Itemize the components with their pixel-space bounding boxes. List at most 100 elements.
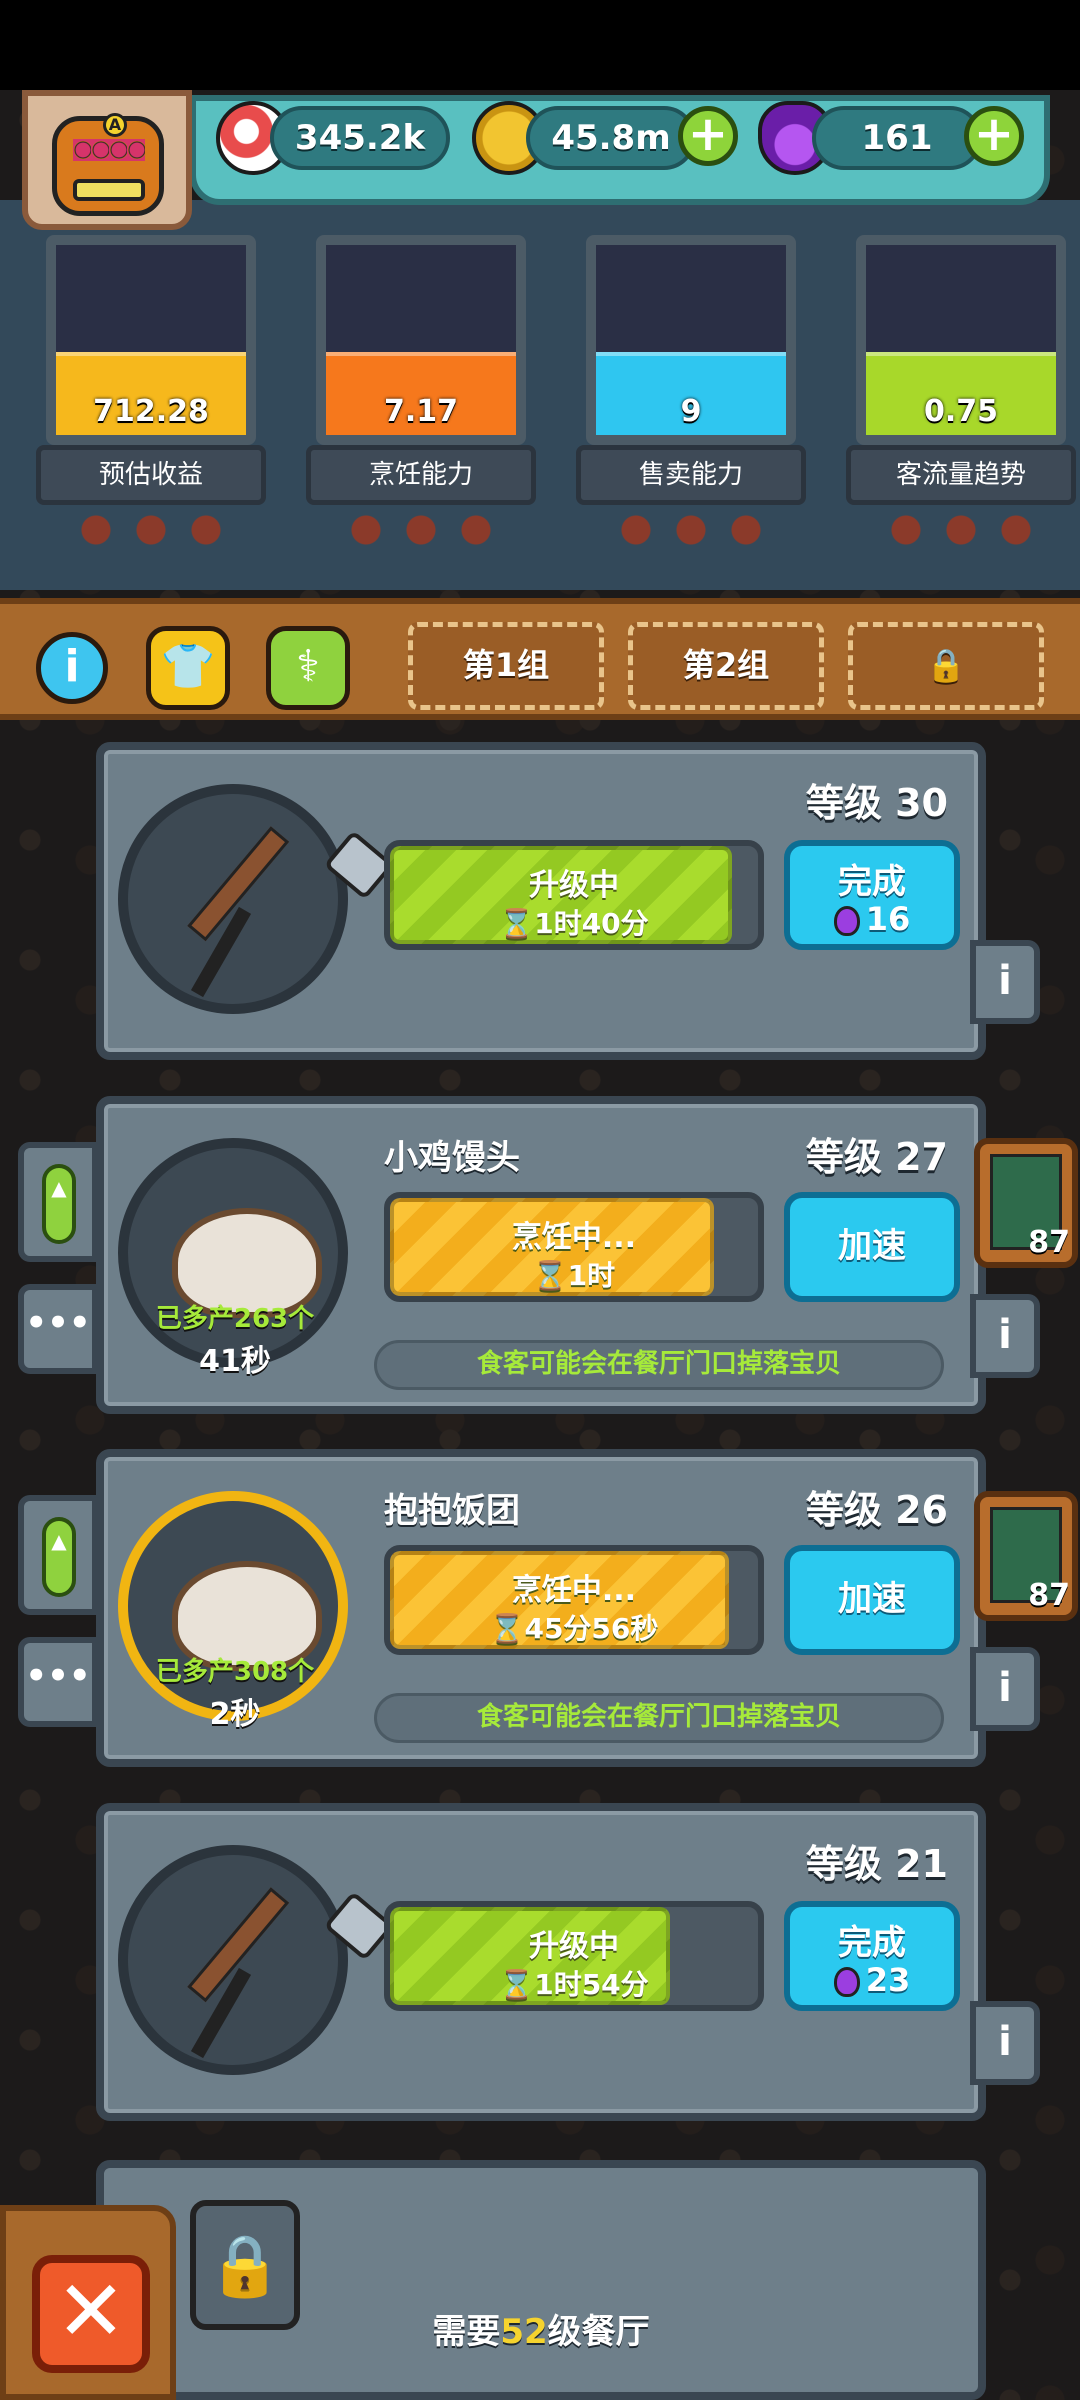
recipe-card[interactable]: 87 bbox=[974, 1138, 1078, 1268]
close-button[interactable]: ✕ bbox=[32, 2255, 150, 2373]
outfit-icon[interactable]: 👕 bbox=[146, 626, 230, 710]
station-level: 等级 26 bbox=[805, 1488, 948, 1532]
progress-time: ⌛45分56秒 bbox=[489, 1612, 659, 1645]
stat-value: 9 bbox=[680, 394, 702, 429]
cost-value: 23 bbox=[865, 1961, 911, 1999]
lock-icon: 🔒 bbox=[926, 646, 966, 684]
tool-icon[interactable]: ⚕ bbox=[266, 626, 350, 710]
eyeball-amount: 345.2k bbox=[270, 106, 450, 170]
stat-tank: 0.75 bbox=[856, 235, 1066, 445]
finish-label: 完成 bbox=[838, 862, 906, 902]
potion-amount: 161 bbox=[812, 106, 982, 170]
extra-output: 已多产308个 bbox=[155, 1657, 315, 1687]
add-potions-button[interactable]: + bbox=[964, 106, 1024, 166]
progress-status: 烹饪中... bbox=[511, 1220, 637, 1255]
upgrade-toggle[interactable]: ▲ bbox=[18, 1495, 98, 1615]
stat-estimated-revenue: 712.28 预估收益 bbox=[36, 235, 266, 565]
cook-timer: 41秒 bbox=[199, 1344, 271, 1379]
stat-sales-ability: 9 售卖能力 bbox=[576, 235, 806, 565]
progress-time: ⌛1时 bbox=[532, 1259, 616, 1292]
group-locked-tab[interactable]: 🔒 bbox=[848, 622, 1044, 710]
progress-bar: 烹饪中... ⌛45分56秒 bbox=[384, 1545, 764, 1655]
upgrade-arrow-icon: ▲ bbox=[42, 1164, 76, 1244]
finish-button[interactable]: 完成 16 bbox=[784, 840, 960, 950]
speed-up-button[interactable]: 加速 bbox=[784, 1192, 960, 1302]
progress-time: ⌛1时54分 bbox=[499, 1968, 649, 2001]
station-info-button[interactable]: i bbox=[970, 940, 1040, 1024]
player-avatar[interactable]: A bbox=[22, 90, 192, 230]
station-info-button[interactable]: i bbox=[970, 1647, 1040, 1731]
group-toolbar: i 👕 ⚕ 第1组 第2组 🔒 bbox=[0, 598, 1080, 720]
tank-legs bbox=[616, 510, 766, 560]
dish-name: 抱抱饭团 bbox=[384, 1491, 520, 1531]
avatar-rank-letter: A bbox=[103, 113, 127, 137]
group-1-tab[interactable]: 第1组 bbox=[408, 622, 604, 710]
stat-tank: 9 bbox=[586, 235, 796, 445]
close-panel: ✕ bbox=[0, 2205, 176, 2400]
stat-value: 7.17 bbox=[383, 394, 459, 429]
status-bar bbox=[0, 0, 1080, 90]
finish-label: 完成 bbox=[838, 1923, 906, 1963]
dish-name: 小鸡馒头 bbox=[384, 1138, 520, 1178]
station-card: 抱抱饭团 等级 26 烹饪中... ⌛45分56秒 加速食客可能会在餐厅门口掉落宝贝 已多… bbox=[18, 1449, 1078, 1767]
recipe-card-count: 87 bbox=[1028, 1578, 1070, 1613]
stat-label: 烹饪能力 bbox=[306, 445, 536, 505]
drop-hint: 食客可能会在餐厅门口掉落宝贝 bbox=[374, 1340, 944, 1390]
locked-prefix: 需要 bbox=[432, 2312, 501, 2352]
cooking-pot[interactable] bbox=[118, 1845, 395, 2075]
upgrade-toggle[interactable]: ▲ bbox=[18, 1142, 98, 1262]
potion-icon bbox=[833, 1967, 860, 1997]
progress-bar: 升级中 ⌛1时40分 bbox=[384, 840, 764, 950]
potion-icon bbox=[833, 906, 860, 936]
station-level: 等级 21 bbox=[805, 1842, 948, 1886]
info-icon[interactable]: i bbox=[36, 632, 108, 704]
progress-status: 烹饪中... bbox=[511, 1573, 637, 1608]
station-info-button[interactable]: i bbox=[970, 1294, 1040, 1378]
finish-cost: 16 bbox=[790, 900, 954, 938]
station-card: 等级 21 升级中 ⌛1时54分 完成 23 i bbox=[96, 1803, 1040, 2121]
avatar-eyes bbox=[73, 139, 145, 161]
stat-label: 客流量趋势 bbox=[846, 445, 1076, 505]
stat-tank: 712.28 bbox=[46, 235, 256, 445]
tank-legs bbox=[76, 510, 226, 560]
upgrade-arrow-icon: ▲ bbox=[42, 1517, 76, 1597]
locked-suffix: 级餐厅 bbox=[547, 2312, 650, 2352]
more-options-button[interactable]: ••• bbox=[18, 1284, 98, 1374]
station-card: 等级 30 升级中 ⌛1时40分 完成 16 i bbox=[96, 742, 1040, 1060]
stat-value: 0.75 bbox=[923, 394, 999, 429]
stat-label: 售卖能力 bbox=[576, 445, 806, 505]
progress-status: 升级中 bbox=[529, 868, 619, 903]
stat-label: 预估收益 bbox=[36, 445, 266, 505]
stat-tank: 7.17 bbox=[316, 235, 526, 445]
station-level: 等级 27 bbox=[805, 1135, 948, 1179]
progress-bar: 升级中 ⌛1时54分 bbox=[384, 1901, 764, 2011]
station-info-button[interactable]: i bbox=[970, 2001, 1040, 2085]
coin-amount: 45.8m bbox=[526, 106, 696, 170]
finish-button[interactable]: 完成 23 bbox=[784, 1901, 960, 2011]
padlock-icon: 🔒 bbox=[190, 2200, 300, 2330]
finish-cost: 23 bbox=[790, 1961, 954, 1999]
group-2-tab[interactable]: 第2组 bbox=[628, 622, 824, 710]
avatar-teeth bbox=[73, 179, 145, 201]
drop-hint: 食客可能会在餐厅门口掉落宝贝 bbox=[374, 1693, 944, 1743]
tank-legs bbox=[346, 510, 496, 560]
add-coins-button[interactable]: + bbox=[678, 106, 738, 166]
locked-level: 52 bbox=[500, 2312, 548, 2352]
speed-up-button[interactable]: 加速 bbox=[784, 1545, 960, 1655]
tank-legs bbox=[886, 510, 1036, 560]
cost-value: 16 bbox=[865, 900, 911, 938]
recipe-card[interactable]: 87 bbox=[974, 1491, 1078, 1621]
extra-output: 已多产263个 bbox=[155, 1304, 315, 1334]
cook-timer: 2秒 bbox=[209, 1697, 261, 1732]
avatar-face: A bbox=[52, 113, 164, 216]
progress-time: ⌛1时40分 bbox=[499, 907, 649, 940]
stat-cooking-ability: 7.17 烹饪能力 bbox=[306, 235, 536, 565]
station-level: 等级 30 bbox=[805, 781, 948, 825]
cooking-pot[interactable] bbox=[118, 784, 395, 1014]
stat-value: 712.28 bbox=[93, 394, 209, 429]
progress-status: 升级中 bbox=[529, 1929, 619, 1964]
more-options-button[interactable]: ••• bbox=[18, 1637, 98, 1727]
stat-traffic-trend: 0.75 客流量趋势 bbox=[846, 235, 1076, 565]
progress-bar: 烹饪中... ⌛1时 bbox=[384, 1192, 764, 1302]
recipe-card-count: 87 bbox=[1028, 1225, 1070, 1260]
